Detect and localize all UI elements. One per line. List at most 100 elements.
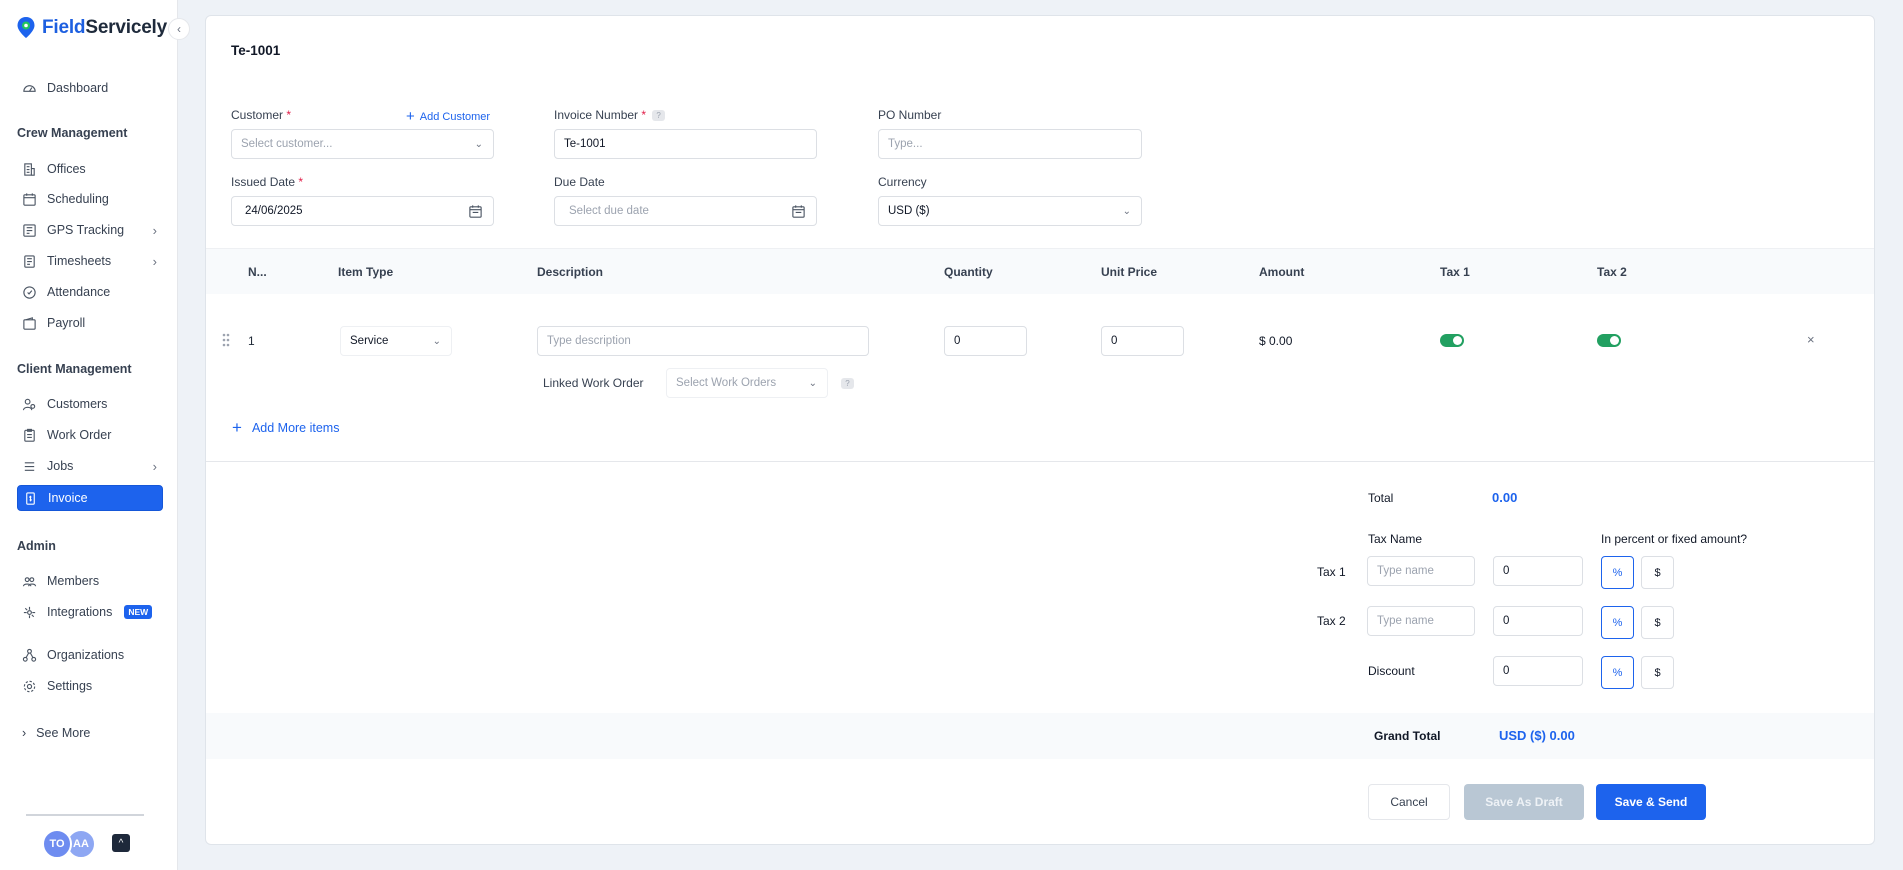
page-title: Te-1001 bbox=[231, 43, 281, 58]
invoice-number-label: Invoice Number *? bbox=[554, 108, 666, 122]
tax2-name-input[interactable]: Type name bbox=[1367, 606, 1475, 636]
sidebar-item-offices[interactable]: Offices bbox=[17, 156, 163, 182]
due-date-input[interactable]: Select due date bbox=[554, 196, 817, 226]
cancel-button[interactable]: Cancel bbox=[1368, 784, 1450, 820]
tax1-toggle[interactable] bbox=[1440, 334, 1464, 347]
sidebar-item-label: Jobs bbox=[47, 459, 74, 473]
column-header-amount: Amount bbox=[1259, 265, 1305, 279]
grand-total-label: Grand Total bbox=[1374, 729, 1441, 743]
discount-label: Discount bbox=[1368, 664, 1415, 678]
see-more-label: See More bbox=[36, 726, 91, 740]
linked-work-order-label: Linked Work Order bbox=[543, 376, 644, 390]
sidebar-item-scheduling[interactable]: Scheduling bbox=[17, 186, 163, 212]
chevron-down-icon: ⌄ bbox=[1122, 205, 1131, 217]
tax2-value-input[interactable]: 0 bbox=[1493, 606, 1583, 636]
grand-total-row: Grand Total USD ($) 0.00 bbox=[206, 713, 1874, 759]
total-label: Total bbox=[1368, 491, 1394, 505]
help-icon: ? bbox=[841, 378, 854, 389]
gear-icon bbox=[23, 680, 36, 692]
sidebar-item-label: Organizations bbox=[47, 648, 125, 662]
save-as-draft-button[interactable]: Save As Draft bbox=[1464, 784, 1584, 820]
sidebar-item-label: Scheduling bbox=[47, 192, 109, 206]
issued-date-label: Issued Date * bbox=[231, 175, 304, 189]
members-icon bbox=[22, 576, 37, 586]
clock-icon bbox=[23, 285, 36, 299]
sidebar-item-label: GPS Tracking bbox=[47, 223, 125, 237]
column-header-unit-price: Unit Price bbox=[1101, 265, 1158, 279]
calendar-icon bbox=[23, 192, 36, 206]
unit-price-input[interactable]: 0 bbox=[1101, 326, 1184, 356]
brand-logo[interactable]: FieldServicely bbox=[16, 16, 167, 40]
add-customer-button[interactable]: + Add Customer bbox=[406, 108, 490, 125]
customer-label: Customer * bbox=[231, 108, 292, 122]
sidebar-item-members[interactable]: Members bbox=[17, 568, 163, 594]
sidebar-item-attendance[interactable]: Attendance bbox=[17, 279, 163, 305]
tax1-label: Tax 1 bbox=[1317, 565, 1346, 579]
add-more-items-button[interactable]: + Add More items bbox=[232, 418, 339, 438]
clipboard-icon bbox=[24, 428, 35, 442]
currency-select[interactable]: USD ($) ⌄ bbox=[878, 196, 1142, 226]
line-items-header: N... Item Type Description Quantity Unit… bbox=[206, 248, 1874, 294]
discount-percent-button[interactable]: % bbox=[1601, 656, 1634, 689]
divider bbox=[206, 461, 1874, 462]
plus-icon: + bbox=[406, 108, 415, 125]
chevron-down-icon: ⌄ bbox=[474, 138, 483, 150]
collapse-sidebar-button[interactable]: ‹ bbox=[168, 18, 190, 40]
discount-fixed-button[interactable]: $ bbox=[1641, 656, 1674, 689]
sidebar-item-customers[interactable]: Customers bbox=[17, 391, 163, 417]
discount-value-input[interactable]: 0 bbox=[1493, 656, 1583, 686]
percent-or-fixed-label: In percent or fixed amount? bbox=[1601, 532, 1748, 546]
sidebar-item-label: Members bbox=[47, 574, 100, 588]
wallet-icon bbox=[23, 316, 36, 330]
invoice-form-card: Te-1001 Customer * + Add Customer Select… bbox=[205, 15, 1875, 845]
tax2-fixed-button[interactable]: $ bbox=[1641, 606, 1674, 639]
sidebar-item-invoice[interactable]: Invoice bbox=[17, 485, 163, 511]
dashboard-icon bbox=[23, 84, 36, 92]
sidebar-item-organizations[interactable]: Organizations bbox=[17, 642, 163, 668]
tax1-name-input[interactable]: Type name bbox=[1367, 556, 1475, 586]
calendar-icon bbox=[792, 204, 805, 218]
work-orders-select[interactable]: Select Work Orders ⌄ bbox=[666, 368, 828, 398]
sidebar-item-gps-tracking[interactable]: GPS Tracking › bbox=[17, 217, 163, 243]
drag-handle-icon[interactable] bbox=[221, 332, 231, 348]
save-and-send-button[interactable]: Save & Send bbox=[1596, 784, 1706, 820]
sidebar-item-work-order[interactable]: Work Order bbox=[17, 422, 163, 448]
sidebar-item-timesheets[interactable]: Timesheets › bbox=[17, 248, 163, 274]
issued-date-input[interactable]: 24/06/2025 bbox=[231, 196, 494, 226]
quantity-input[interactable]: 0 bbox=[944, 326, 1027, 356]
organization-icon bbox=[22, 648, 37, 662]
invoice-number-input[interactable]: Te-1001 bbox=[554, 129, 817, 159]
po-number-label: PO Number bbox=[878, 108, 942, 122]
sidebar-item-payroll[interactable]: Payroll bbox=[17, 310, 163, 336]
chevron-up-icon[interactable]: ^ bbox=[112, 834, 130, 852]
sidebar-item-label: Work Order bbox=[47, 428, 112, 442]
tax1-value-input[interactable]: 0 bbox=[1493, 556, 1583, 586]
tax1-percent-button[interactable]: % bbox=[1601, 556, 1634, 589]
sidebar-item-dashboard[interactable]: Dashboard bbox=[17, 75, 163, 101]
avatar[interactable]: TO bbox=[42, 829, 72, 859]
column-header-tax1: Tax 1 bbox=[1440, 265, 1470, 279]
column-header-description: Description bbox=[537, 265, 604, 279]
see-more-link[interactable]: › See More bbox=[22, 726, 90, 740]
list-icon bbox=[24, 461, 35, 471]
sidebar-item-integrations[interactable]: Integrations NEW bbox=[17, 599, 163, 625]
customer-select[interactable]: Select customer... ⌄ bbox=[231, 129, 494, 159]
item-type-select[interactable]: Service ⌄ bbox=[340, 326, 452, 356]
timesheet-icon bbox=[24, 254, 35, 268]
tax1-fixed-button[interactable]: $ bbox=[1641, 556, 1674, 589]
map-icon bbox=[23, 223, 36, 237]
description-input[interactable]: Type description bbox=[537, 326, 869, 356]
sidebar-item-label: Timesheets bbox=[47, 254, 112, 268]
sidebar-item-settings[interactable]: Settings bbox=[17, 673, 163, 699]
sidebar-item-jobs[interactable]: Jobs › bbox=[17, 453, 163, 479]
chevron-down-icon: ⌄ bbox=[432, 335, 441, 347]
currency-label: Currency bbox=[878, 175, 927, 189]
total-value: 0.00 bbox=[1492, 490, 1518, 505]
brand-name: FieldServicely bbox=[42, 17, 168, 38]
sidebar-item-label: Invoice bbox=[48, 491, 88, 505]
tax2-percent-button[interactable]: % bbox=[1601, 606, 1634, 639]
po-number-input[interactable]: Type... bbox=[878, 129, 1142, 159]
close-icon[interactable]: × bbox=[1807, 332, 1815, 347]
row-number: 1 bbox=[248, 334, 255, 348]
tax2-toggle[interactable] bbox=[1597, 334, 1621, 347]
